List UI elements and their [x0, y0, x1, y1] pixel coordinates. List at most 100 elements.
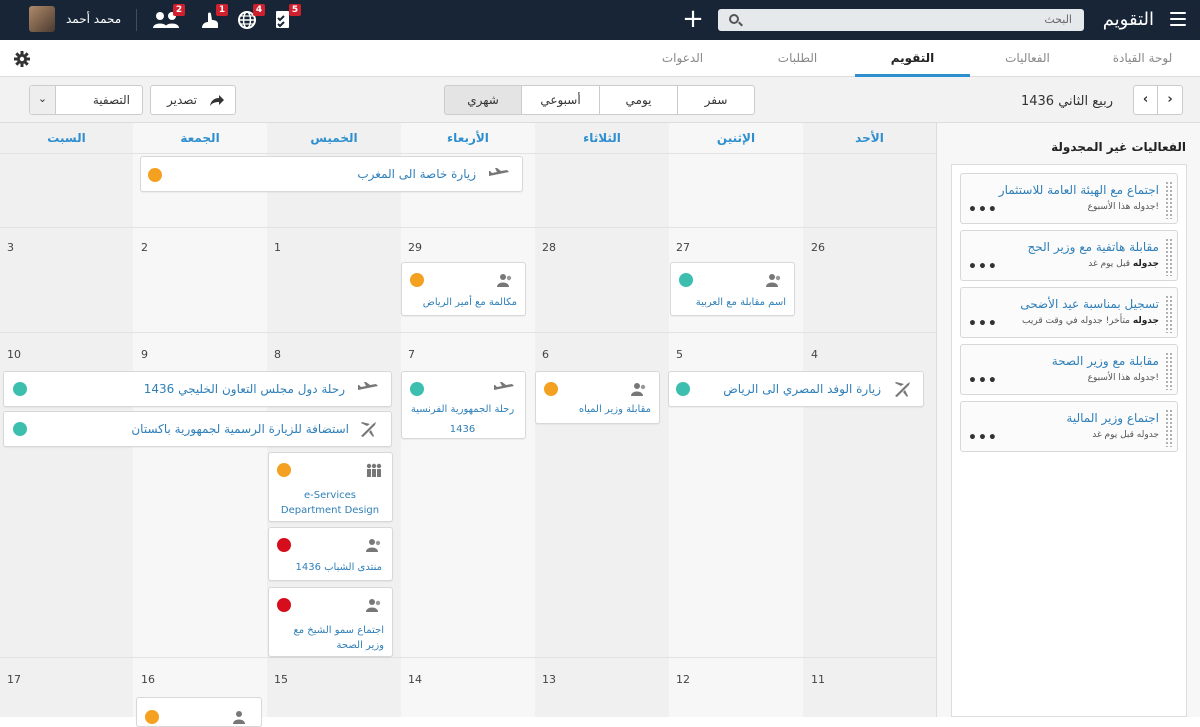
- chevron-right-icon[interactable]: ›: [1158, 86, 1182, 114]
- day-number[interactable]: 9: [141, 348, 148, 361]
- search-icon: [729, 14, 739, 24]
- day-number[interactable]: 4: [811, 348, 818, 361]
- more-options-icon[interactable]: •••: [968, 202, 998, 218]
- tab-events[interactable]: الفعاليات: [970, 40, 1085, 77]
- more-options-icon[interactable]: •••: [968, 373, 998, 389]
- current-month-label: ربيع الثاني 1436: [1020, 94, 1113, 109]
- event-pakistan-visit[interactable]: استضافة للزيارة الرسمية لجمهورية باكستان: [3, 411, 392, 447]
- event-title: زيارة الوفد المصري الى الرياض: [723, 382, 881, 396]
- tab-calendar[interactable]: التقويم: [855, 40, 970, 77]
- event-water-minister[interactable]: مقابلة وزير المياه: [535, 371, 660, 424]
- people-icon: [366, 599, 381, 612]
- day-number[interactable]: 13: [542, 673, 556, 686]
- day-number[interactable]: 12: [676, 673, 690, 686]
- event-riyadh-emir-call[interactable]: مكالمة مع أمير الرياض: [401, 262, 526, 316]
- day-number[interactable]: 5: [676, 348, 683, 361]
- add-button[interactable]: +: [682, 4, 704, 34]
- more-options-icon[interactable]: •••: [968, 259, 998, 275]
- tab-requests[interactable]: الطلبات: [740, 40, 855, 77]
- user-name[interactable]: محمد أحمد: [66, 12, 121, 26]
- card-title: تسجيل بمناسبة عيد الأضحى: [1020, 297, 1159, 311]
- day-number[interactable]: 29: [408, 241, 422, 254]
- day-number[interactable]: 15: [274, 673, 288, 686]
- event-title-line2: وزير الصحة: [336, 640, 384, 651]
- header-divider: [0, 153, 936, 154]
- drag-handle-icon[interactable]: [1165, 295, 1173, 333]
- card-status-bold: جدوله: [1132, 316, 1159, 326]
- day-number[interactable]: 11: [811, 673, 825, 686]
- event-partial[interactable]: [136, 697, 262, 727]
- tab-invitations[interactable]: الدعوات: [625, 40, 740, 77]
- day-number[interactable]: 16: [141, 673, 155, 686]
- event-title-line1: اجتماع سمو الشيخ مع: [293, 625, 384, 636]
- tasks-notification[interactable]: 5: [272, 4, 301, 33]
- unscheduled-card[interactable]: اجتماع مع الهيئة العامة للاستثمار جدوله …: [960, 173, 1178, 224]
- month-grid: الأحد الإثنين الثلاثاء الأربعاء الخميس ا…: [0, 123, 936, 727]
- day-number[interactable]: 26: [811, 241, 825, 254]
- export-button[interactable]: تصدير: [150, 85, 236, 115]
- view-travel[interactable]: سفر: [677, 85, 755, 115]
- card-status: جدوله هذا الأسبوع!: [1088, 202, 1159, 212]
- event-youth-forum[interactable]: منتدى الشباب 1436: [268, 527, 393, 581]
- group-notification[interactable]: 2: [152, 4, 185, 33]
- drag-handle-icon[interactable]: [1165, 181, 1173, 219]
- people-icon: [366, 539, 381, 552]
- people-icon: [497, 274, 512, 287]
- event-french-trip[interactable]: رحلة الجمهورية الفرنسية 1436: [401, 371, 526, 439]
- more-options-icon[interactable]: •••: [968, 316, 998, 332]
- top-bar: التقويم البحث + 5 4 1 2 محمد أحمد: [0, 0, 1200, 40]
- people-icon: [233, 711, 245, 724]
- chevron-down-icon: ⌄: [30, 86, 56, 114]
- drag-handle-icon[interactable]: [1165, 238, 1173, 276]
- view-daily[interactable]: يومي: [599, 85, 678, 115]
- airplane-icon: [494, 382, 514, 390]
- unscheduled-card[interactable]: تسجيل بمناسبة عيد الأضحى جدوله متأخر! جد…: [960, 287, 1178, 338]
- event-title-line1: e-Services: [304, 490, 356, 501]
- people-icon: [631, 383, 646, 396]
- event-gcc-trip[interactable]: رحلة دول مجلس التعاون الخليجي 1436: [3, 371, 392, 407]
- unscheduled-card[interactable]: مقابلة مع وزير الصحة جدوله هذا الأسبوع! …: [960, 344, 1178, 395]
- weekday-sunday: الأحد: [855, 131, 884, 145]
- globe-notification[interactable]: 4: [236, 4, 265, 33]
- day-number[interactable]: 1: [274, 241, 281, 254]
- status-dot: [679, 273, 693, 287]
- view-weekly[interactable]: أسبوعي: [521, 85, 600, 115]
- week-divider: [0, 657, 936, 658]
- event-egypt-delegation[interactable]: زيارة الوفد المصري الى الرياض: [668, 371, 924, 407]
- card-status: جدوله قبل يوم غد: [1088, 259, 1159, 269]
- drag-handle-icon[interactable]: [1165, 352, 1173, 390]
- status-dot: [13, 422, 27, 436]
- day-number[interactable]: 28: [542, 241, 556, 254]
- unscheduled-card[interactable]: مقابلة هاتفية مع وزير الحج جدوله قبل يوم…: [960, 230, 1178, 281]
- chevron-left-icon[interactable]: ‹: [1134, 86, 1158, 114]
- event-health-meeting[interactable]: اجتماع سمو الشيخ مع وزير الصحة: [268, 587, 393, 657]
- day-number[interactable]: 17: [7, 673, 21, 686]
- gear-icon[interactable]: [13, 50, 31, 68]
- hand-notification[interactable]: 1: [199, 4, 228, 33]
- filter-dropdown[interactable]: ⌄ التصفية: [29, 85, 143, 115]
- day-number[interactable]: 10: [7, 348, 21, 361]
- event-eservices-design[interactable]: e-Services Department Design: [268, 452, 393, 522]
- day-number[interactable]: 3: [7, 241, 14, 254]
- hamburger-menu-icon[interactable]: [1170, 12, 1186, 26]
- view-monthly[interactable]: شهري: [444, 85, 522, 115]
- calendar-toolbar: ‹ › ربيع الثاني 1436 سفر يومي أسبوعي شهر…: [0, 77, 1200, 123]
- user-avatar[interactable]: [29, 6, 55, 32]
- day-number[interactable]: 2: [141, 241, 148, 254]
- event-morocco-trip[interactable]: زيارة خاصة الى المغرب: [140, 156, 523, 192]
- day-number[interactable]: 8: [274, 348, 281, 361]
- unscheduled-list: اجتماع مع الهيئة العامة للاستثمار جدوله …: [951, 164, 1187, 717]
- day-number[interactable]: 7: [408, 348, 415, 361]
- card-status: جدوله هذا الأسبوع!: [1088, 373, 1159, 383]
- event-arabiya-interview[interactable]: اسم مقابلة مع العربية: [670, 262, 795, 316]
- view-switcher: سفر يومي أسبوعي شهري: [444, 85, 755, 115]
- unscheduled-card[interactable]: اجتماع وزير المالية جدوله قبل يوم غد •••: [960, 401, 1178, 452]
- search-input[interactable]: البحث: [718, 9, 1084, 31]
- day-number[interactable]: 14: [408, 673, 422, 686]
- tab-dashboard[interactable]: لوحة القيادة: [1085, 40, 1200, 77]
- more-options-icon[interactable]: •••: [968, 430, 998, 446]
- card-status-text: جدوله هذا الأسبوع!: [1087, 202, 1159, 212]
- drag-handle-icon[interactable]: [1165, 409, 1173, 447]
- day-number[interactable]: 6: [542, 348, 549, 361]
- day-number[interactable]: 27: [676, 241, 690, 254]
